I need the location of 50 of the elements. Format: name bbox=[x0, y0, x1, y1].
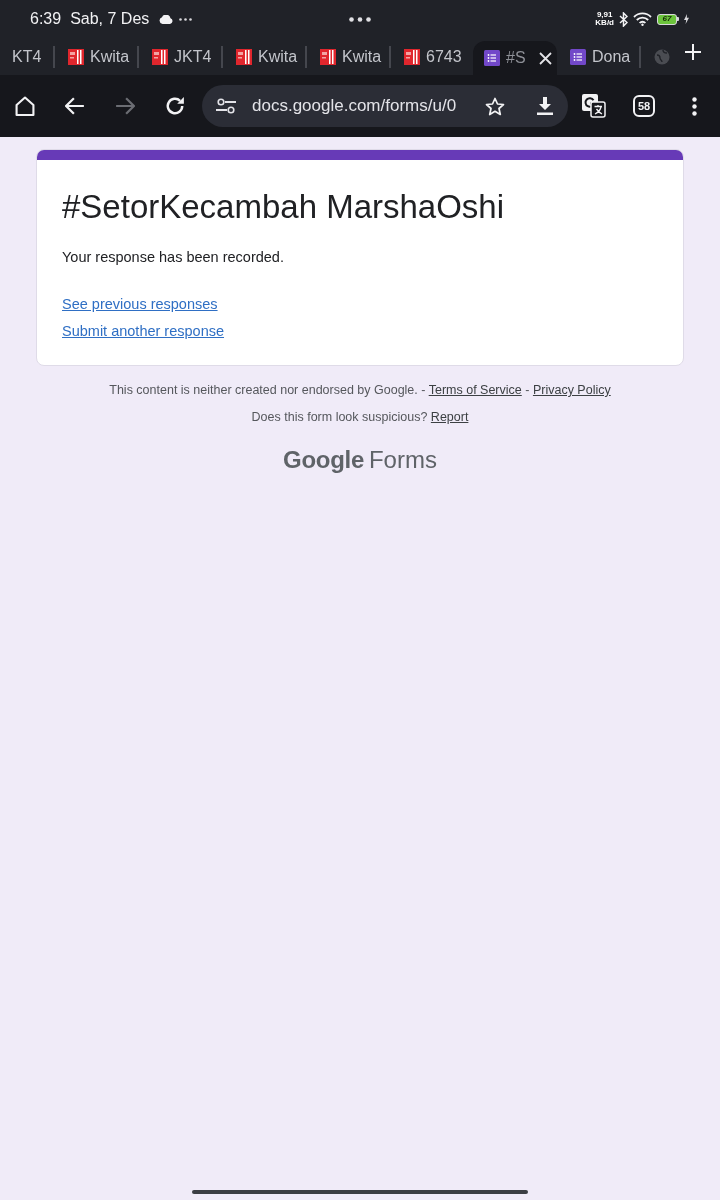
house-icon[interactable] bbox=[15, 96, 35, 116]
more-notifications-icon bbox=[179, 17, 193, 21]
battery-indicator: 67 bbox=[657, 13, 679, 25]
site-favicon-icon bbox=[152, 48, 168, 65]
list-icon bbox=[484, 50, 500, 66]
cloud-icon bbox=[159, 14, 174, 24]
form-title: #SetorKecambah MarshaOshi bbox=[62, 187, 505, 227]
form-link[interactable]: Submit another response bbox=[62, 321, 224, 341]
circular-arrow-icon[interactable] bbox=[165, 96, 185, 116]
browser-tab[interactable]: Kwita bbox=[307, 38, 389, 75]
browser-tab[interactable]: 6743 bbox=[391, 38, 473, 75]
browser-tab[interactable]: Dona bbox=[557, 38, 639, 75]
address-bar[interactable]: docs.google.com/forms/u/0 bbox=[202, 85, 568, 127]
footer-link[interactable]: Terms of Service bbox=[428, 383, 522, 397]
browser-tab[interactable]: KT4 bbox=[0, 38, 53, 75]
logo-wordmark: Google bbox=[283, 446, 364, 474]
star-icon[interactable] bbox=[485, 96, 505, 116]
report-prompt-text: Does this form look suspicious? Report bbox=[251, 409, 469, 425]
net-speed-unit: KB/d bbox=[595, 19, 614, 27]
status-time: 6:39 bbox=[30, 10, 62, 28]
globe-icon bbox=[654, 48, 670, 65]
menu-icon[interactable] bbox=[691, 96, 697, 116]
site-favicon-icon bbox=[404, 48, 420, 65]
bluetooth-icon bbox=[619, 11, 628, 27]
close-icon[interactable] bbox=[538, 51, 552, 65]
url-text: docs.google.com/forms/u/0 bbox=[252, 96, 457, 116]
browser-tab[interactable]: JKT4 bbox=[139, 38, 221, 75]
form-link[interactable]: See previous responses bbox=[62, 294, 218, 314]
download-icon[interactable] bbox=[537, 97, 553, 115]
wifi-icon bbox=[633, 12, 652, 26]
disclaimer-text: This content is neither created nor endorsed by Google. - Terms of Service - Privacy Policy bbox=[109, 382, 611, 398]
browser-tab[interactable]: Kwita bbox=[223, 38, 305, 75]
footer-link[interactable]: Privacy Policy bbox=[532, 383, 611, 397]
plus-icon[interactable] bbox=[685, 43, 701, 60]
site-favicon-icon bbox=[68, 48, 84, 65]
product-name: Forms bbox=[368, 446, 437, 474]
status-date: Sab, 7 Des bbox=[70, 10, 150, 28]
tab-count-button[interactable]: 58 bbox=[633, 95, 655, 117]
footer-link[interactable]: Report bbox=[430, 410, 469, 424]
list-icon bbox=[570, 48, 586, 65]
dots-indicator-icon[interactable] bbox=[349, 16, 371, 22]
confirmation-message: Your response has been recorded. bbox=[62, 248, 284, 267]
browser-tab[interactable]: Kwita bbox=[55, 38, 137, 75]
site-favicon-icon bbox=[320, 48, 336, 65]
arrow-left-icon[interactable] bbox=[65, 96, 85, 116]
site-favicon-icon bbox=[236, 48, 252, 65]
browser-tab[interactable]: #S bbox=[473, 41, 557, 75]
sliders-icon[interactable] bbox=[216, 98, 236, 114]
translate-icon[interactable] bbox=[582, 94, 606, 118]
net-speed-value: 9,91 bbox=[596, 11, 613, 19]
